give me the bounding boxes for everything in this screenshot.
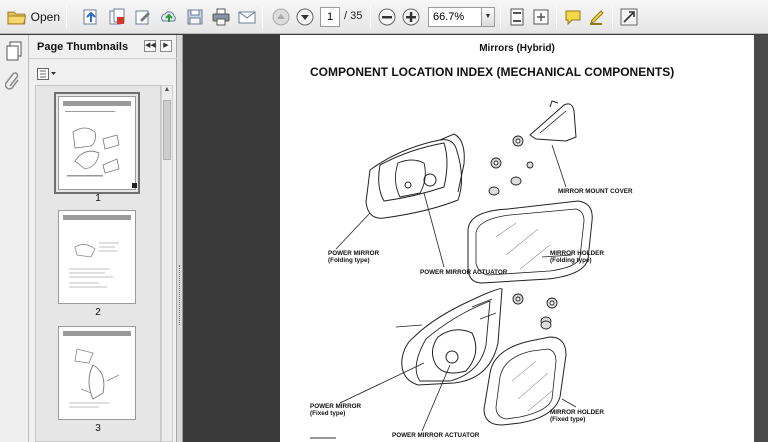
fastener-set-2 <box>512 293 558 330</box>
collapse-panel-button[interactable]: ◀◀ <box>144 40 156 52</box>
pages-nav-button[interactable] <box>5 41 23 66</box>
label-folding-type: (Folding type) <box>328 257 370 264</box>
zoom-in-icon <box>402 8 420 26</box>
component-diagram <box>310 100 593 439</box>
label-power-mirror-actuator-1: POWER MIRROR ACTUATOR <box>420 269 508 276</box>
document-view: Mirrors (Hybrid) COMPONENT LOCATION INDE… <box>184 35 768 442</box>
label-holder-fixed-type: (Fixed type) <box>550 416 586 423</box>
scroll-up-icon[interactable]: ▲ <box>162 86 172 98</box>
toolbar-separator <box>262 6 263 28</box>
thumbnail-page-number: 1 <box>95 193 101 204</box>
sign-icon <box>135 10 150 25</box>
sign-button[interactable] <box>132 5 154 29</box>
mirror-mount-cover-drawing <box>529 100 577 142</box>
highlight-icon <box>590 10 604 25</box>
toolbar-separator <box>500 6 501 28</box>
open-button[interactable]: Open <box>4 5 60 29</box>
pages-icon <box>6 41 22 61</box>
thumbnail-page-number: 2 <box>95 307 101 318</box>
toolbar: Open / 35 <box>0 0 768 34</box>
fit-page-button[interactable] <box>530 5 552 29</box>
pdf-viewer-window: Open / 35 <box>0 0 768 442</box>
folder-open-icon <box>7 11 27 25</box>
thumbnail-options-button[interactable] <box>37 68 57 83</box>
document-scroll-gutter <box>754 35 768 442</box>
panel-menu-button[interactable]: ▶ <box>160 40 172 52</box>
document-page: Mirrors (Hybrid) COMPONENT LOCATION INDE… <box>280 35 754 442</box>
figure-code <box>310 437 336 439</box>
create-pdf-icon <box>83 9 97 25</box>
print-icon <box>212 8 230 26</box>
thumbnail-page-1[interactable] <box>54 92 140 194</box>
label-mirror-mount-cover: MIRROR MOUNT COVER <box>558 188 633 195</box>
toolbar-separator <box>556 6 557 28</box>
splitter-grip <box>179 265 181 325</box>
save-button[interactable] <box>184 5 206 29</box>
thumbnail-drawing <box>69 348 120 408</box>
print-button[interactable] <box>210 5 232 29</box>
prev-page-icon <box>272 8 290 26</box>
thumbnail-drawing <box>67 127 120 177</box>
chevron-right-icon: ▶ <box>163 42 169 49</box>
paperclip-icon <box>4 72 19 90</box>
double-chevron-left-icon: ◀◀ <box>145 42 156 49</box>
thumb-header-bar <box>63 215 131 220</box>
thumbnail-list: 1 2 3 <box>35 85 161 442</box>
resize-handle <box>132 183 137 188</box>
thumbnail-panel: Page Thumbnails ◀◀ ▶ 1 2 3 ▲ <box>29 35 177 442</box>
toolbar-separator <box>66 6 67 28</box>
thumb-header-bar <box>63 101 131 106</box>
navigation-strip <box>0 35 29 442</box>
upload-icon <box>161 11 176 22</box>
thumbnail-page-2[interactable] <box>58 210 136 304</box>
fastener-set-1 <box>488 135 534 196</box>
next-page-icon <box>296 8 314 26</box>
zoom-level-field[interactable]: 66.7% <box>428 7 482 27</box>
label-power-mirror-actuator-2: POWER MIRROR ACTUATOR <box>392 432 480 439</box>
power-mirror-folding-drawing <box>365 133 465 219</box>
upload-button[interactable] <box>158 5 180 29</box>
thumbnail-page-number: 3 <box>95 423 101 434</box>
thumb-header-bar <box>63 331 131 336</box>
label-fixed-type: (Fixed type) <box>310 410 346 417</box>
label-holder-folding-type: (Folding type) <box>550 257 592 264</box>
zoom-out-icon <box>378 8 396 26</box>
toolbar-separator <box>612 6 613 28</box>
save-icon <box>187 9 203 25</box>
zoom-out-button[interactable] <box>376 5 398 29</box>
comment-button[interactable] <box>562 5 584 29</box>
list-options-icon <box>37 68 56 80</box>
scrollbar-thumb[interactable] <box>163 100 171 160</box>
create-pdf-button[interactable] <box>80 5 102 29</box>
email-button[interactable] <box>236 5 258 29</box>
attachments-nav-button[interactable] <box>4 71 23 96</box>
combine-icon <box>109 8 125 25</box>
thumbnail-scrollbar[interactable]: ▲ <box>161 85 173 442</box>
highlight-button[interactable] <box>586 5 608 29</box>
next-page-button[interactable] <box>294 5 316 29</box>
panel-title: Page Thumbnails <box>37 41 129 53</box>
thumb-line <box>65 111 115 112</box>
thumbnail-drawing <box>69 242 119 288</box>
open-label: Open <box>30 10 60 24</box>
thumbnail-panel-header: Page Thumbnails ◀◀ ▶ <box>29 35 177 59</box>
zoom-in-button[interactable] <box>400 5 422 29</box>
chevron-down-icon: ▼ <box>484 13 492 20</box>
panel-splitter[interactable] <box>177 35 183 442</box>
combine-button[interactable] <box>106 5 128 29</box>
zoom-dropdown-button[interactable]: ▼ <box>482 7 495 27</box>
power-mirror-fixed-drawing <box>401 288 503 386</box>
prev-page-button[interactable] <box>270 5 292 29</box>
expand-button[interactable] <box>618 5 640 29</box>
thumbnail-page-3[interactable] <box>58 326 136 420</box>
toolbar-separator <box>370 6 371 28</box>
page-total-label: / 35 <box>344 10 363 22</box>
fit-width-button[interactable] <box>506 5 528 29</box>
email-icon <box>238 11 256 24</box>
page-number-input[interactable] <box>320 7 340 27</box>
comment-icon <box>565 10 581 26</box>
fit-page-icon <box>533 9 549 25</box>
fit-width-icon <box>510 8 524 26</box>
expand-icon <box>620 8 638 26</box>
